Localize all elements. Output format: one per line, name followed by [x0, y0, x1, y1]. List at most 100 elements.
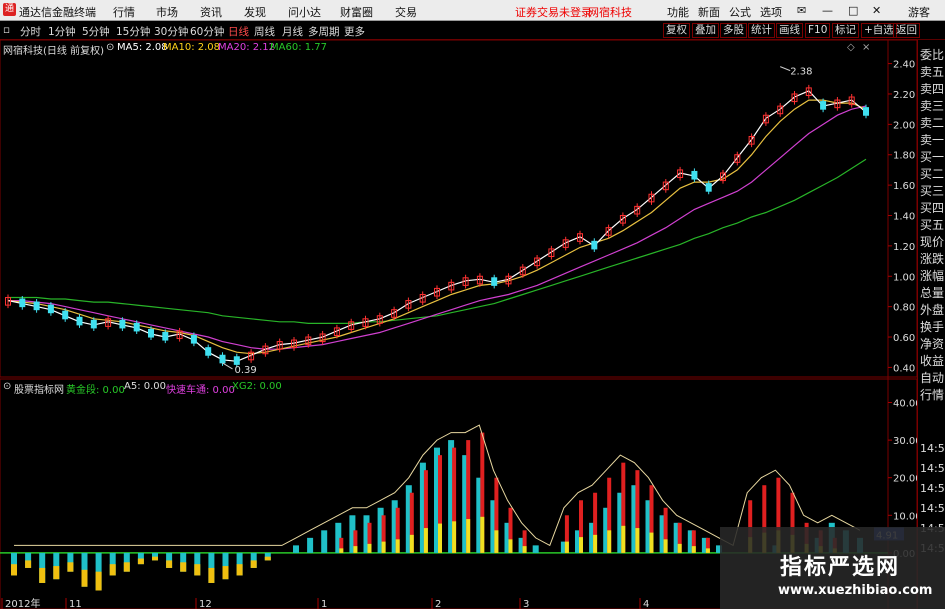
- side-panel-label[interactable]: 收益: [920, 352, 944, 369]
- side-panel-label[interactable]: 卖三: [920, 97, 944, 114]
- sub-bar-yellow: [395, 539, 400, 553]
- side-panel-label[interactable]: 买一: [920, 148, 944, 165]
- sub-bar-yellow: [522, 546, 527, 553]
- side-panel-label[interactable]: 买四: [920, 199, 944, 216]
- sub-bar-yellow: [109, 564, 116, 576]
- price-tick-label: 0.80: [893, 303, 915, 314]
- candle-body: [705, 183, 712, 192]
- date-tick-label: 11: [69, 599, 82, 609]
- candle-body: [33, 301, 40, 311]
- candle-body: [148, 328, 154, 338]
- price-tick-label: 1.60: [893, 181, 915, 192]
- sub-bar-yellow: [480, 516, 485, 553]
- side-panel-label[interactable]: 买三: [920, 182, 944, 199]
- sub-bar-yellow: [208, 567, 215, 583]
- candle-body: [133, 322, 140, 332]
- high-annotation: 2.38: [790, 67, 812, 78]
- watermark-title: 指标严选网: [780, 555, 901, 580]
- side-panel-label[interactable]: 净资: [920, 335, 944, 352]
- sub-bar-yellow: [67, 562, 74, 572]
- date-tick-label: 2: [435, 599, 441, 609]
- date-tick-label: 4: [643, 599, 649, 609]
- price-tick-label: 0.40: [893, 363, 915, 374]
- side-panel-label[interactable]: 卖四: [920, 80, 944, 97]
- price-tick-label: 2.00: [893, 120, 915, 131]
- side-panel-label[interactable]: 行情: [920, 386, 944, 403]
- sub-bar-yellow: [705, 548, 710, 553]
- candle-body: [820, 101, 827, 110]
- candle-body: [491, 277, 498, 286]
- sub-bar-yellow: [508, 539, 513, 553]
- tick-time: 14:50: [920, 502, 945, 515]
- sub-bar-yellow: [25, 560, 32, 568]
- candle-body: [863, 107, 869, 116]
- sub-bar-yellow: [409, 534, 414, 553]
- side-panel-label[interactable]: 涨幅: [920, 267, 944, 284]
- candle-body: [233, 356, 240, 365]
- sub-bar-yellow: [564, 541, 569, 553]
- price-tick-label: 1.00: [893, 272, 915, 283]
- side-panel-label[interactable]: 外盘: [920, 301, 944, 318]
- sub-bar-yellow: [11, 564, 17, 576]
- date-tick-label: 3: [523, 599, 529, 609]
- price-tick-label: 2.40: [893, 60, 915, 71]
- date-tick-label: 1: [321, 599, 327, 609]
- sub-bar-yellow: [180, 562, 187, 572]
- price-tick-label: 2.20: [893, 90, 915, 101]
- watermark: 指标严选网 www.xuezhibiao.com: [720, 527, 945, 609]
- side-panel-label[interactable]: 卖一: [920, 131, 944, 148]
- date-tick-label: 12: [199, 599, 212, 609]
- sub-bar-yellow: [423, 528, 428, 553]
- candle-body: [90, 319, 97, 329]
- sub-bar-yellow: [53, 566, 60, 580]
- sub-bar-yellow: [339, 548, 344, 553]
- watermark-url: www.xuezhibiao.com: [778, 583, 933, 598]
- side-panel-label[interactable]: 买二: [920, 165, 944, 182]
- quote-side-panel: 委比 卖五 卖四 卖三 卖二 卖一 买一 买二 买三 买四 买五 现价 涨跌 涨幅 总量 外盘 换手 净资 收益 自动…: [917, 40, 945, 609]
- side-panel-label[interactable]: 买五: [920, 216, 944, 233]
- sub-bar-yellow: [166, 560, 173, 568]
- side-panel-label[interactable]: 委比: [920, 46, 944, 63]
- ma20-line: [8, 105, 867, 350]
- candle-body: [119, 319, 126, 329]
- candle-body: [62, 310, 69, 320]
- sub-bar-yellow: [621, 525, 626, 553]
- sub-bar-yellow: [137, 558, 144, 565]
- sub-bar-yellow: [152, 556, 158, 561]
- sub-bar-yellow: [81, 569, 88, 587]
- price-tick-label: 1.20: [893, 242, 915, 253]
- price-tick-label: 1.40: [893, 212, 915, 223]
- sub-bar-cyan: [532, 545, 539, 553]
- tick-time: 14:50: [920, 482, 945, 495]
- sub-bar-yellow: [438, 523, 442, 553]
- candle-body: [691, 170, 698, 180]
- sub-bar-yellow: [635, 528, 640, 553]
- side-panel-label[interactable]: 自动: [920, 369, 944, 386]
- sub-bar-yellow: [222, 566, 229, 580]
- sub-bar-yellow: [264, 556, 271, 561]
- candle-body: [219, 354, 226, 364]
- sub-bar-yellow: [452, 521, 457, 553]
- kline-chart[interactable]: 2.40 2.20 2.00 1.80 1.60 1.40 1.20 1.00 0.80 0.60…: [0, 0, 945, 609]
- side-panel-label[interactable]: 换手: [920, 318, 944, 335]
- sub-bar-yellow: [194, 564, 201, 576]
- candle-body: [591, 240, 598, 250]
- sub-bar-yellow: [579, 537, 583, 553]
- sub-bar-yellow: [367, 543, 372, 553]
- sub-bar-yellow: [95, 571, 102, 591]
- sub-bar-yellow: [649, 532, 654, 553]
- low-annotation: 0.39: [235, 365, 257, 376]
- side-panel-label[interactable]: 卖二: [920, 114, 944, 131]
- tick-time: 14:50: [920, 462, 945, 475]
- side-panel-label[interactable]: 卖五: [920, 63, 944, 80]
- price-tick-label: 1.80: [893, 151, 915, 162]
- sub-bar-yellow: [607, 530, 612, 553]
- candle-body: [205, 347, 212, 356]
- sub-bar-cyan: [293, 545, 299, 553]
- side-panel-label[interactable]: 总量: [920, 284, 944, 301]
- side-panel-label[interactable]: 现价: [920, 233, 944, 250]
- sub-bar-yellow: [250, 560, 257, 568]
- sub-bar-yellow: [677, 543, 682, 553]
- sub-bar-cyan: [321, 530, 328, 553]
- side-panel-label[interactable]: 涨跌: [920, 250, 944, 267]
